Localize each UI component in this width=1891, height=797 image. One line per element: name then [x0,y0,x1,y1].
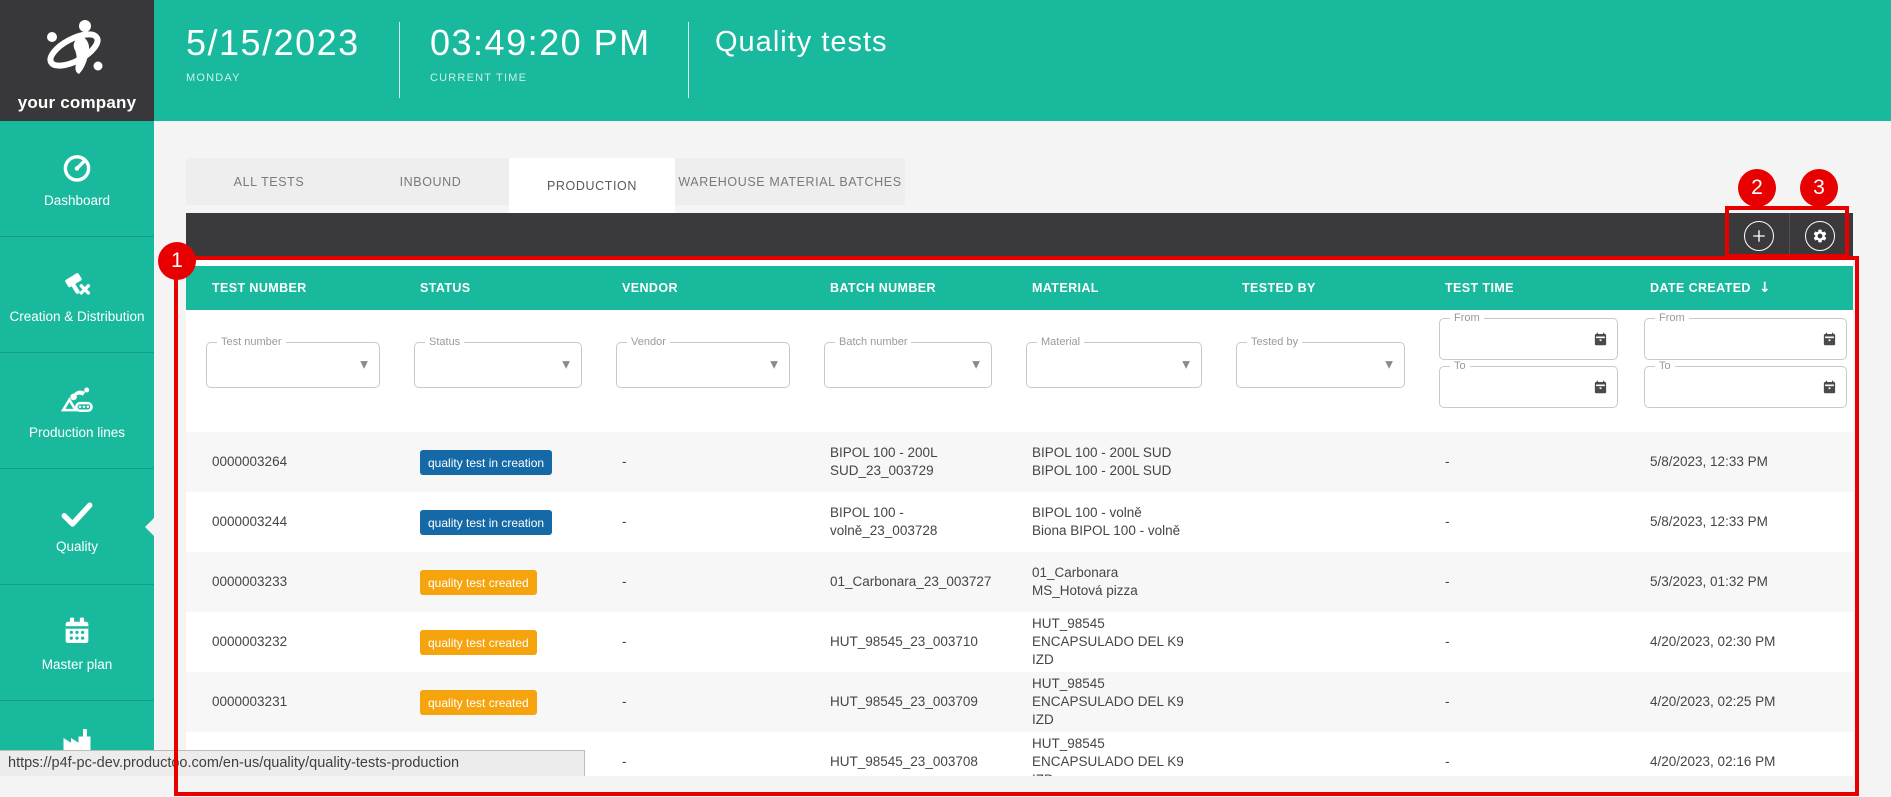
annotation-rect-toolbar-buttons [1725,206,1849,258]
sidebar-item-master-plan[interactable]: Master plan [0,585,154,701]
annotation-marker-1: 1 [158,242,196,280]
current-time-block: 03:49:20 PM CURRENT TIME [430,20,651,84]
quality-tests-tabs: ALL TESTS INBOUND PRODUCTION WAREHOUSE M… [186,158,905,205]
sidebar-item-quality[interactable]: Quality [0,469,154,585]
annotation-marker-3: 3 [1800,169,1838,207]
header-divider [688,22,689,98]
current-date-block: 5/15/2023 MONDAY [186,20,360,84]
tab-inbound[interactable]: INBOUND [352,158,509,205]
annotation-rect-table [174,256,1859,796]
quality-check-icon [59,500,95,530]
sidebar-item-label: Master plan [40,657,115,672]
tools-icon [60,266,94,300]
tab-label: ALL TESTS [234,175,305,189]
sidebar-item-label: Dashboard [42,193,112,208]
sidebar-item-partial[interactable] [0,701,154,797]
tab-label: PRODUCTION [547,179,637,193]
sidebar-item-label: Production lines [27,425,127,440]
current-day: MONDAY [186,72,360,84]
sidebar-item-production-lines[interactable]: Production lines [0,353,154,469]
sidebar-nav: Dashboard Creation & Distribution [0,121,154,776]
sidebar-item-dashboard[interactable]: Dashboard [0,121,154,237]
company-logo-block[interactable]: your company [0,0,154,121]
current-date: 5/15/2023 [186,20,360,66]
header-divider [399,22,400,98]
sidebar-item-label: Creation & Distribution [7,309,146,324]
tab-all-tests[interactable]: ALL TESTS [186,158,352,205]
app-header: 5/15/2023 MONDAY 03:49:20 PM CURRENT TIM… [154,0,1891,121]
company-name: your company [18,93,137,113]
current-time-caption: CURRENT TIME [430,72,651,84]
sidebar-item-label: Quality [54,539,100,554]
production-line-icon [59,382,95,416]
annotation-marker-2: 2 [1738,169,1776,207]
sidebar-item-creation-distribution[interactable]: Creation & Distribution [0,237,154,353]
company-logo-icon [38,10,116,88]
page-title: Quality tests [715,26,888,59]
table-toolbar [186,213,1853,258]
tab-production[interactable]: PRODUCTION [509,158,675,213]
calendar-icon [60,614,94,648]
tab-label: WAREHOUSE MATERIAL BATCHES [678,175,901,189]
active-item-indicator [145,518,154,536]
current-time: 03:49:20 PM [430,20,651,66]
tab-label: INBOUND [400,175,462,189]
dashboard-gauge-icon [60,150,94,184]
tab-warehouse-material-batches[interactable]: WAREHOUSE MATERIAL BATCHES [675,158,905,205]
